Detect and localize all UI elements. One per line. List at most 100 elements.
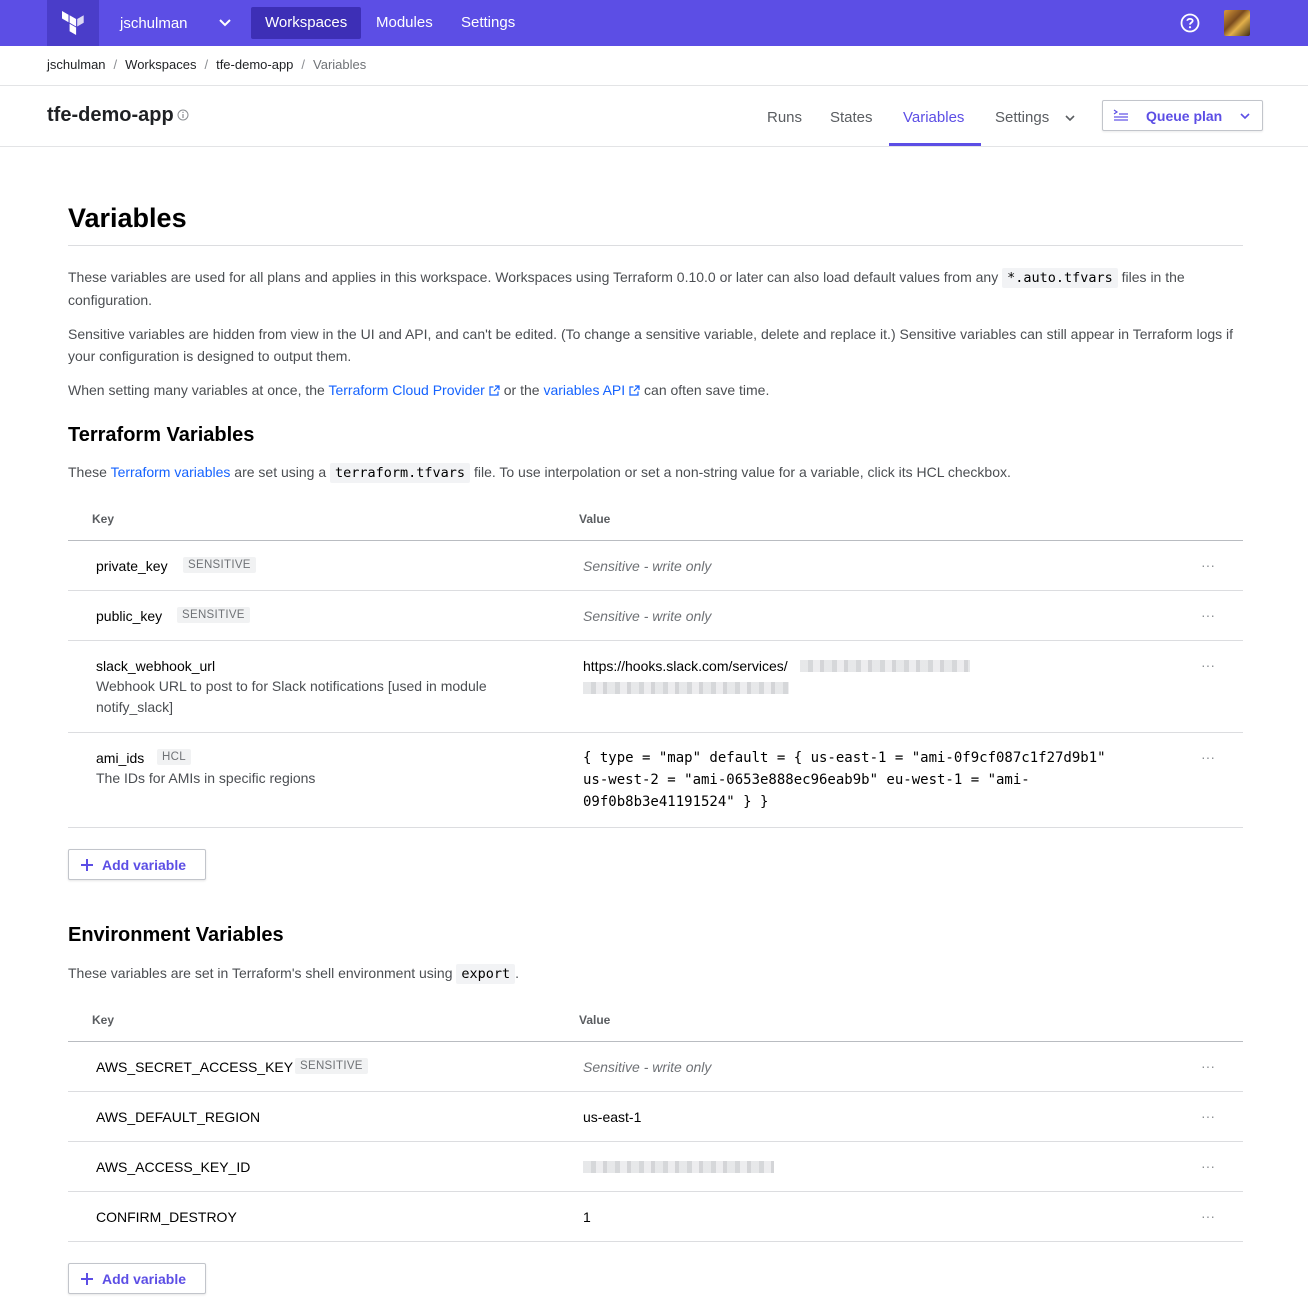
row-menu-button[interactable]: ··· [1201, 749, 1215, 765]
tips-text: or the [503, 382, 540, 398]
redacted-value [583, 1161, 774, 1173]
breadcrumb-workspaces[interactable]: Workspaces [125, 57, 196, 72]
row-menu-button[interactable]: ··· [1201, 657, 1215, 673]
row-divider [68, 590, 1243, 591]
nav-modules[interactable]: Modules [362, 7, 447, 39]
inline-code: *.auto.tfvars [1002, 268, 1118, 288]
divider [0, 146, 1308, 147]
add-variable-label: Add variable [102, 1271, 187, 1287]
column-header-key: Key [92, 1013, 115, 1027]
column-header-value: Value [579, 512, 611, 526]
link-label: variables API [543, 382, 626, 398]
chevron-down-icon[interactable] [218, 15, 232, 29]
variable-description: The IDs for AMIs in specific regions [96, 770, 316, 786]
sensitive-badge: SENSITIVE [177, 607, 250, 623]
tips-text: When setting many variables at once, the [68, 382, 325, 398]
row-divider [68, 1091, 1243, 1092]
table-header-divider [68, 540, 1243, 541]
redacted-value [583, 682, 789, 694]
add-terraform-variable-button[interactable]: Add variable [68, 849, 206, 880]
variable-key: AWS_SECRET_ACCESS_KEY [96, 1059, 294, 1075]
row-divider [68, 1191, 1243, 1192]
variable-key: ami_ids [96, 750, 145, 766]
environment-variables-description: These variables are set in Terraform's s… [68, 963, 1243, 986]
link-label: Terraform Cloud Provider [328, 382, 485, 398]
chevron-down-icon[interactable] [1064, 112, 1076, 124]
nav-workspaces[interactable]: Workspaces [251, 7, 362, 39]
variable-value: 1 [583, 1209, 591, 1225]
variable-value: Sensitive - write only [583, 558, 712, 574]
row-menu-button[interactable]: ··· [1201, 1058, 1215, 1074]
table-header-divider [68, 1041, 1243, 1042]
variable-value: https://hooks.slack.com/services/ [583, 658, 788, 674]
desc-text: . [515, 965, 520, 981]
external-link-icon [629, 385, 640, 396]
variables-api-link[interactable]: variables API [543, 382, 640, 398]
variable-key: private_key [96, 558, 168, 574]
add-environment-variable-button[interactable]: Add variable [68, 1263, 206, 1294]
row-menu-button[interactable]: ··· [1201, 1158, 1215, 1174]
run-icon [1113, 109, 1128, 121]
desc-text: These variables are set in Terraform's s… [68, 965, 453, 981]
column-header-key: Key [92, 512, 115, 526]
help-icon[interactable] [1180, 13, 1200, 33]
row-menu-button[interactable]: ··· [1201, 1208, 1215, 1224]
hcl-badge: HCL [157, 749, 191, 765]
plus-icon [81, 859, 93, 871]
terraform-variables-heading: Terraform Variables [68, 424, 255, 446]
info-icon[interactable] [177, 109, 189, 121]
environment-variables-heading: Environment Variables [68, 924, 284, 946]
variable-key: slack_webhook_url [96, 658, 216, 674]
desc-text: file. To use interpolation or set a non-… [473, 464, 1011, 480]
row-menu-button[interactable]: ··· [1201, 607, 1215, 623]
avatar[interactable] [1224, 10, 1250, 36]
external-link-icon [489, 385, 500, 396]
inline-code: export [456, 964, 516, 984]
variable-value: Sensitive - write only [583, 608, 712, 624]
sensitive-paragraph: Sensitive variables are hidden from view… [68, 326, 1234, 364]
row-divider [68, 732, 1243, 733]
divider [0, 85, 1308, 86]
tips-paragraph: When setting many variables at once, the… [68, 380, 1243, 402]
divider [68, 245, 1243, 246]
variable-description: Webhook URL to post to for Slack notific… [96, 678, 487, 715]
variable-value: Sensitive - write only [583, 1059, 712, 1075]
desc-text: These [68, 464, 107, 480]
row-divider [68, 1241, 1243, 1242]
tab-states[interactable]: States [830, 109, 873, 126]
row-menu-button[interactable]: ··· [1201, 1108, 1215, 1124]
row-menu-button[interactable]: ··· [1201, 557, 1215, 573]
tab-settings[interactable]: Settings [995, 109, 1049, 126]
tab-runs[interactable]: Runs [767, 109, 802, 126]
nav-settings[interactable]: Settings [447, 7, 529, 39]
workspace-title: tfe-demo-app [47, 104, 174, 126]
tab-variables[interactable]: Variables [903, 109, 964, 126]
tips-text: can often save time. [644, 382, 770, 398]
column-header-value: Value [579, 1013, 611, 1027]
variable-value: us-east-1 [583, 1109, 642, 1125]
terraform-logo-icon[interactable] [47, 0, 99, 46]
org-switcher[interactable]: jschulman [120, 0, 188, 46]
intro-paragraph: These variables are used for all plans a… [68, 267, 1243, 311]
terraform-provider-link[interactable]: Terraform Cloud Provider [328, 382, 500, 398]
queue-plan-label: Queue plan [1146, 108, 1223, 124]
variable-key: AWS_ACCESS_KEY_ID [96, 1159, 251, 1175]
breadcrumb-org[interactable]: jschulman [47, 57, 106, 72]
redacted-value [800, 660, 970, 672]
org-name: jschulman [120, 14, 188, 32]
variable-key: public_key [96, 608, 163, 624]
breadcrumb-current: Variables [313, 57, 367, 72]
page-title: Variables [68, 203, 187, 233]
plus-icon [81, 1273, 93, 1285]
variable-key: AWS_DEFAULT_REGION [96, 1109, 261, 1125]
breadcrumb: jschulman / Workspaces / tfe-demo-app / Var… [47, 57, 367, 72]
inline-code: terraform.tfvars [330, 463, 471, 483]
chevron-down-icon[interactable] [1239, 110, 1251, 122]
row-divider [68, 1141, 1243, 1142]
desc-text: are set using a [234, 464, 327, 480]
terraform-variables-link[interactable]: Terraform variables [111, 464, 231, 480]
queue-plan-button[interactable]: Queue plan [1102, 100, 1263, 131]
sensitive-badge: SENSITIVE [295, 1058, 368, 1074]
breadcrumb-workspace[interactable]: tfe-demo-app [216, 57, 293, 72]
variable-key: CONFIRM_DESTROY [96, 1209, 237, 1225]
